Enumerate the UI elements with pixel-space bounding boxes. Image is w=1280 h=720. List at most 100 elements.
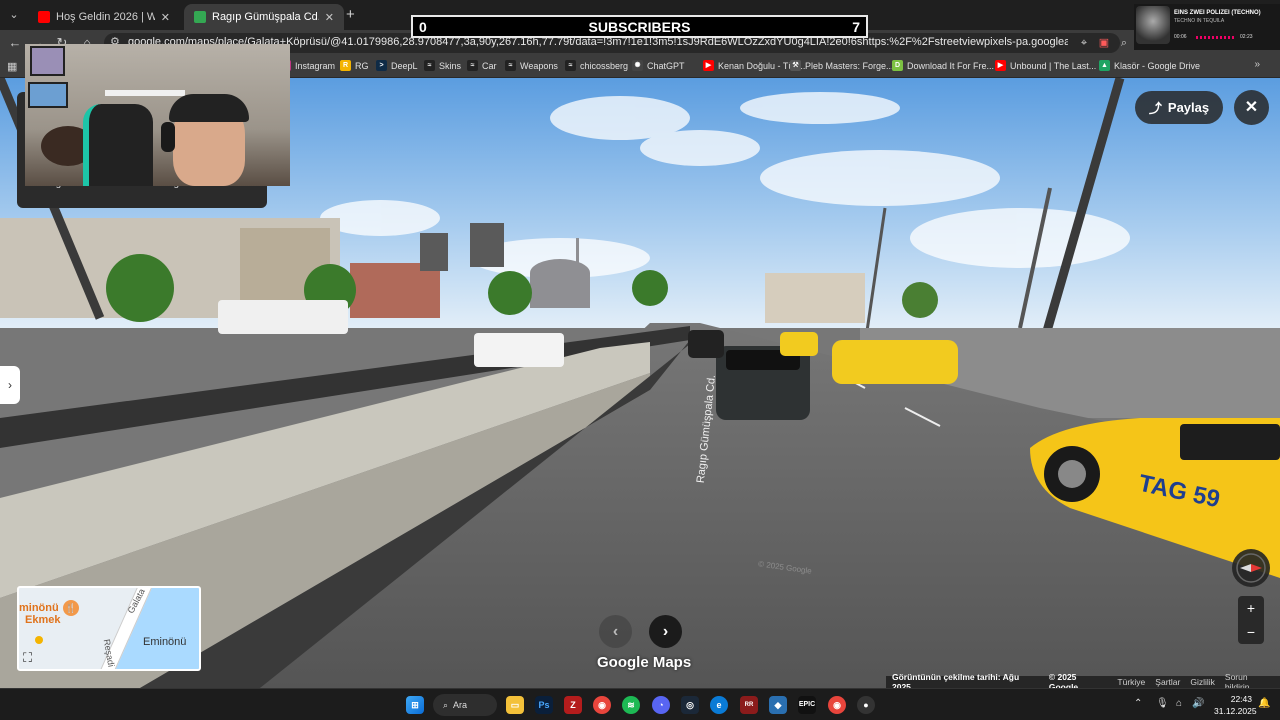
file-explorer-icon[interactable]: ▭: [506, 696, 524, 714]
bookmark-weapons[interactable]: ≈ Weapons: [505, 60, 558, 71]
tab-title: Hoş Geldin 2026 | Weazel Med: [56, 11, 155, 23]
shelf: [105, 90, 185, 96]
bookmark-klasör-google-drive[interactable]: ▲ Klasör - Google Drive: [1099, 60, 1200, 71]
side-panel-expander[interactable]: ›: [0, 366, 20, 404]
album-art: [1136, 6, 1170, 44]
bookmark-download-it-for-fre[interactable]: D Download It For Fre...: [892, 60, 994, 71]
bookmark-rg[interactable]: R RG: [340, 60, 369, 71]
tab-google-maps[interactable]: Ragıp Gümüşpala Cd. - Google ✕: [184, 4, 344, 30]
tab-weazel[interactable]: Hoş Geldin 2026 | Weazel Med ✕: [28, 4, 180, 30]
track-artist: TECHNO IN TEQUILA: [1174, 18, 1225, 24]
bookmarks-more-icon[interactable]: »: [1254, 59, 1260, 70]
country-link[interactable]: Türkiye: [1117, 677, 1145, 687]
chrome-icon[interactable]: ◉: [593, 696, 611, 714]
share-button[interactable]: ⤴ Paylaş: [1135, 91, 1223, 124]
restaurant-pin-icon[interactable]: 🍴: [63, 600, 79, 616]
obs-icon[interactable]: ●: [857, 696, 875, 714]
bookmark-car[interactable]: ≈ Car: [467, 60, 497, 71]
minimap-area-label: Eminönü: [143, 636, 187, 648]
waveform-bar: [1196, 36, 1236, 39]
privacy-link[interactable]: Gizlilik: [1190, 677, 1215, 687]
now-playing-widget: EINS ZWEI POLIZEI (TECHNO) TECHNO IN TEQ…: [1134, 4, 1280, 50]
microphone-icon[interactable]: 🎙: [1156, 698, 1169, 709]
poster-image: [28, 82, 68, 108]
track-elapsed: 00:06: [1174, 34, 1187, 40]
tray-overflow-icon[interactable]: ⌃: [1134, 698, 1142, 709]
chatgpt-icon: ✺: [632, 60, 643, 71]
chicossberg-icon: ≈: [565, 60, 576, 71]
download-icon: D: [892, 60, 903, 71]
compass-icon[interactable]: [1232, 549, 1270, 587]
bookmark-deepl[interactable]: > DeepL: [376, 60, 418, 71]
bookmark-skins[interactable]: ≈ Skins: [424, 60, 461, 71]
next-photo-button[interactable]: ›: [649, 615, 682, 648]
share-icon: ⤴: [1148, 101, 1162, 116]
youtube-icon: ▶: [995, 60, 1006, 71]
minimap-place-label: Ekmek: [25, 614, 61, 626]
taskbar-search[interactable]: ⌕ Ara: [433, 694, 497, 716]
epic-games-icon[interactable]: EPIC: [798, 696, 816, 714]
subscriber-counter: 0 SUBSCRIBERS 7: [411, 15, 868, 38]
bookmark-label: chicossberg: [580, 60, 629, 71]
photoshop-icon[interactable]: Ps: [535, 696, 553, 714]
bookmark-chatgpt[interactable]: ✺ ChatGPT: [632, 60, 685, 71]
expand-map-icon[interactable]: ⛶: [23, 650, 32, 666]
previous-photo-button[interactable]: ‹: [599, 615, 632, 648]
clock-time: 22:43: [1230, 694, 1252, 704]
network-icon[interactable]: ⌂: [1176, 698, 1182, 709]
bookmark-unbound-the-last[interactable]: ▶ Unbound | The Last...: [995, 60, 1096, 71]
taskbar-clock[interactable]: 22:43 31.12.2025: [1214, 693, 1257, 717]
drive-icon: ▲: [1099, 60, 1110, 71]
discord-icon[interactable]: ◔: [652, 696, 670, 714]
tab-close-icon[interactable]: ✕: [325, 11, 334, 24]
back-arrow-icon[interactable]: ←: [6, 34, 24, 52]
bookmark-label: RG: [355, 60, 369, 71]
google-maps-logo: Google Maps: [597, 654, 692, 671]
tab-search-dropdown-icon[interactable]: ⌄: [4, 5, 24, 25]
zoom-in-button[interactable]: +: [1238, 596, 1264, 620]
game-launcher-icon[interactable]: RR: [740, 696, 758, 714]
bookmark-label: Skins: [439, 60, 462, 71]
track-total: 02:23: [1240, 34, 1253, 40]
tab-title: Ragıp Gümüşpala Cd. - Google: [212, 11, 319, 23]
clock-date: 31.12.2025: [1214, 706, 1257, 716]
minimap[interactable]: minönü Ekmek 🍴 Galata Reşadi Eminönü ⛶: [17, 586, 201, 671]
tab-close-icon[interactable]: ✕: [161, 11, 170, 24]
filezilla-icon[interactable]: Z: [564, 696, 582, 714]
apps-grid-icon[interactable]: ▦: [7, 60, 17, 73]
bookmark-label: DeepL: [391, 60, 418, 71]
spotify-icon[interactable]: ≋: [622, 696, 640, 714]
notification-icon[interactable]: 🔔: [1258, 698, 1270, 709]
steam-icon[interactable]: ◎: [681, 696, 699, 714]
webcam-overlay: [25, 44, 290, 186]
new-tab-button[interactable]: +: [346, 6, 355, 23]
subscriber-label: SUBSCRIBERS: [588, 18, 691, 35]
search-icon: ⌕: [443, 699, 449, 710]
skins-icon: ≈: [424, 60, 435, 71]
pegman-location-icon: [35, 636, 43, 644]
zoom-icon[interactable]: ⌕: [1116, 35, 1132, 51]
edge-icon[interactable]: e: [710, 696, 728, 714]
zoom-out-button[interactable]: −: [1238, 620, 1264, 644]
volume-icon[interactable]: 🔊: [1192, 698, 1204, 709]
track-title: EINS ZWEI POLIZEI (TECHNO): [1174, 10, 1261, 16]
location-icon[interactable]: ⌖: [1076, 35, 1092, 51]
maps-favicon-icon: [194, 11, 206, 23]
bookmark-label: Instagram: [295, 60, 336, 71]
bookmark-label: Download It For Fre...: [907, 60, 995, 71]
bookmark-chicossberg[interactable]: ≈ chicossberg: [565, 60, 628, 71]
chrome-icon[interactable]: ◉: [828, 696, 846, 714]
streamer-cap: [169, 94, 249, 122]
close-street-view-button[interactable]: ✕: [1234, 90, 1269, 125]
blocked-popup-icon[interactable]: ▣: [1096, 35, 1112, 51]
bookmark-label: Pleb Masters: Forge...: [805, 60, 894, 71]
rg-icon: R: [340, 60, 351, 71]
bookmark-label: Weapons: [520, 60, 558, 71]
terms-link[interactable]: Şartlar: [1155, 677, 1180, 687]
app-icon[interactable]: ◆: [769, 696, 787, 714]
windows-start-icon[interactable]: ⊞: [406, 696, 424, 714]
zoom-control: + −: [1238, 596, 1264, 644]
deepl-icon: >: [376, 60, 387, 71]
bookmark-pleb-masters-forge[interactable]: ⚒ Pleb Masters: Forge...: [790, 60, 894, 71]
poster-image: [30, 46, 65, 76]
